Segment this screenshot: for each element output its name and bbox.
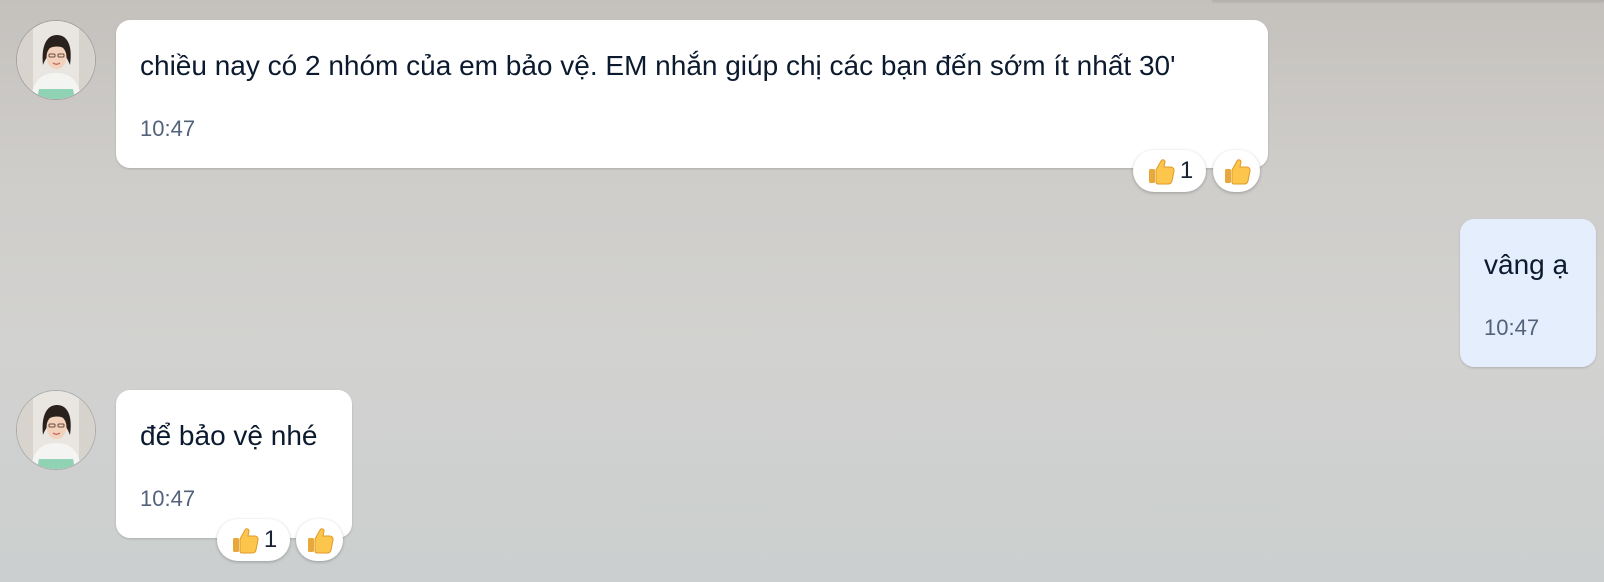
message-timestamp: 10:47 [140,486,196,511]
add-reaction-button[interactable] [296,519,343,561]
avatar[interactable] [17,391,95,469]
reaction-summary[interactable]: 1 [217,519,290,561]
message-bubble-received[interactable]: chiều nay có 2 nhóm của em bảo vệ. EM nh… [116,20,1268,168]
thumbs-up-icon [1146,156,1176,186]
reaction-summary[interactable]: 1 [1133,150,1206,192]
message-bubble-received[interactable]: để bảo vệ nhé 10:47 [116,390,352,538]
chat-message-list: chiều nay có 2 nhóm của em bảo vệ. EM nh… [0,0,1604,582]
message-timestamp: 10:47 [140,116,196,141]
message-text: vâng ạ [1484,249,1569,280]
reaction-count: 1 [263,526,278,553]
thumbs-up-icon [230,525,260,555]
avatar[interactable] [17,21,95,99]
thumbs-up-icon [1222,156,1252,186]
message-timestamp: 10:47 [1484,315,1540,340]
add-reaction-button[interactable] [1213,150,1260,192]
avatar-photo [17,21,95,99]
message-bubble-sent[interactable]: vâng ạ 10:47 [1460,219,1596,367]
message-text: chiều nay có 2 nhóm của em bảo vệ. EM nh… [140,50,1176,81]
message-text: để bảo vệ nhé [140,420,318,451]
avatar-photo [17,391,95,469]
previous-message-edge [1212,0,1604,1]
reaction-count: 1 [1179,157,1194,184]
thumbs-up-icon [305,525,335,555]
